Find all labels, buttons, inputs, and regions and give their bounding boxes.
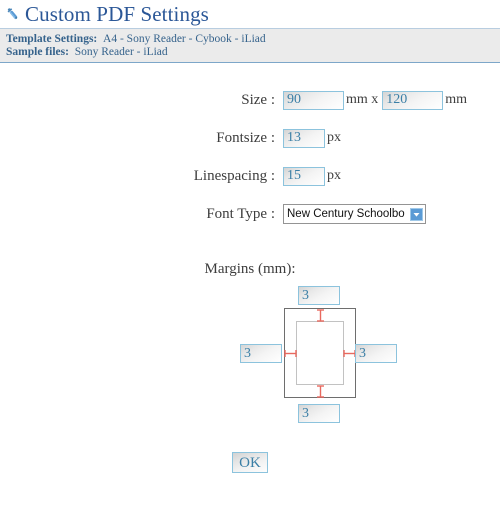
fonttype-label: Font Type : (206, 205, 275, 222)
size-field-group: mm x mm (283, 90, 468, 110)
margin-left-input[interactable] (240, 344, 282, 363)
size-label: Size : (241, 91, 275, 108)
template-settings-label: Template Settings: (6, 33, 98, 45)
separator: - (231, 33, 242, 45)
margin-right-input[interactable] (355, 344, 397, 363)
template-settings-line: Template Settings: A4 - Sony Reader - Cy… (6, 33, 500, 46)
template-link-cybook[interactable]: Cybook (195, 33, 231, 45)
template-link-a4[interactable]: A4 (103, 33, 117, 45)
fontsize-label: Fontsize : (216, 129, 275, 146)
separator: - (133, 46, 144, 58)
fontsize-row: Fontsize : px (0, 119, 500, 157)
fonttype-field-group: New Century Schoolbook (283, 204, 426, 224)
page-title: Custom PDF Settings (25, 2, 209, 26)
size-unit-end: mm (445, 92, 468, 107)
linespacing-unit: px (327, 168, 341, 183)
fontsize-unit: px (327, 130, 341, 145)
sample-files-label: Sample files: (6, 46, 69, 58)
sample-files-line: Sample files: Sony Reader - iLiad (6, 46, 500, 59)
linespacing-row: Linespacing : px (0, 157, 500, 195)
ok-button[interactable]: OK (232, 452, 268, 473)
page-content-rect (296, 321, 344, 385)
size-unit-mid: mm x (346, 92, 379, 107)
settings-form: Size : mm x mm Fontsize : px Linespacing… (0, 63, 500, 233)
linespacing-input[interactable] (283, 166, 325, 186)
page-header: Custom PDF Settings (0, 0, 500, 28)
separator: - (117, 33, 127, 45)
separator: - (185, 33, 196, 45)
wrench-icon (7, 7, 18, 20)
margin-bottom-input[interactable] (298, 404, 340, 423)
linespacing-field-group: px (283, 166, 341, 186)
template-link-sony-reader[interactable]: Sony Reader (127, 33, 186, 45)
size-height-input[interactable] (382, 90, 444, 110)
fontsize-input[interactable] (283, 128, 325, 148)
fonttype-select-wrapper: New Century Schoolbook (283, 204, 426, 224)
margin-top-input[interactable] (298, 286, 340, 305)
sample-link-iliad[interactable]: iLiad (143, 46, 167, 58)
sample-link-sony-reader[interactable]: Sony Reader (75, 46, 134, 58)
margins-diagram (0, 286, 500, 434)
linespacing-label: Linespacing : (193, 167, 275, 184)
form-actions: OK (0, 452, 500, 473)
fontsize-field-group: px (283, 128, 341, 148)
size-width-input[interactable] (283, 90, 344, 110)
template-link-iliad[interactable]: iLiad (241, 33, 265, 45)
size-row: Size : mm x mm (0, 81, 500, 119)
info-band: Template Settings: A4 - Sony Reader - Cy… (0, 29, 500, 63)
fonttype-row: Font Type : New Century Schoolbook (0, 195, 500, 233)
fonttype-select[interactable]: New Century Schoolbook (283, 204, 426, 224)
margins-title: Margins (mm): (204, 261, 296, 277)
